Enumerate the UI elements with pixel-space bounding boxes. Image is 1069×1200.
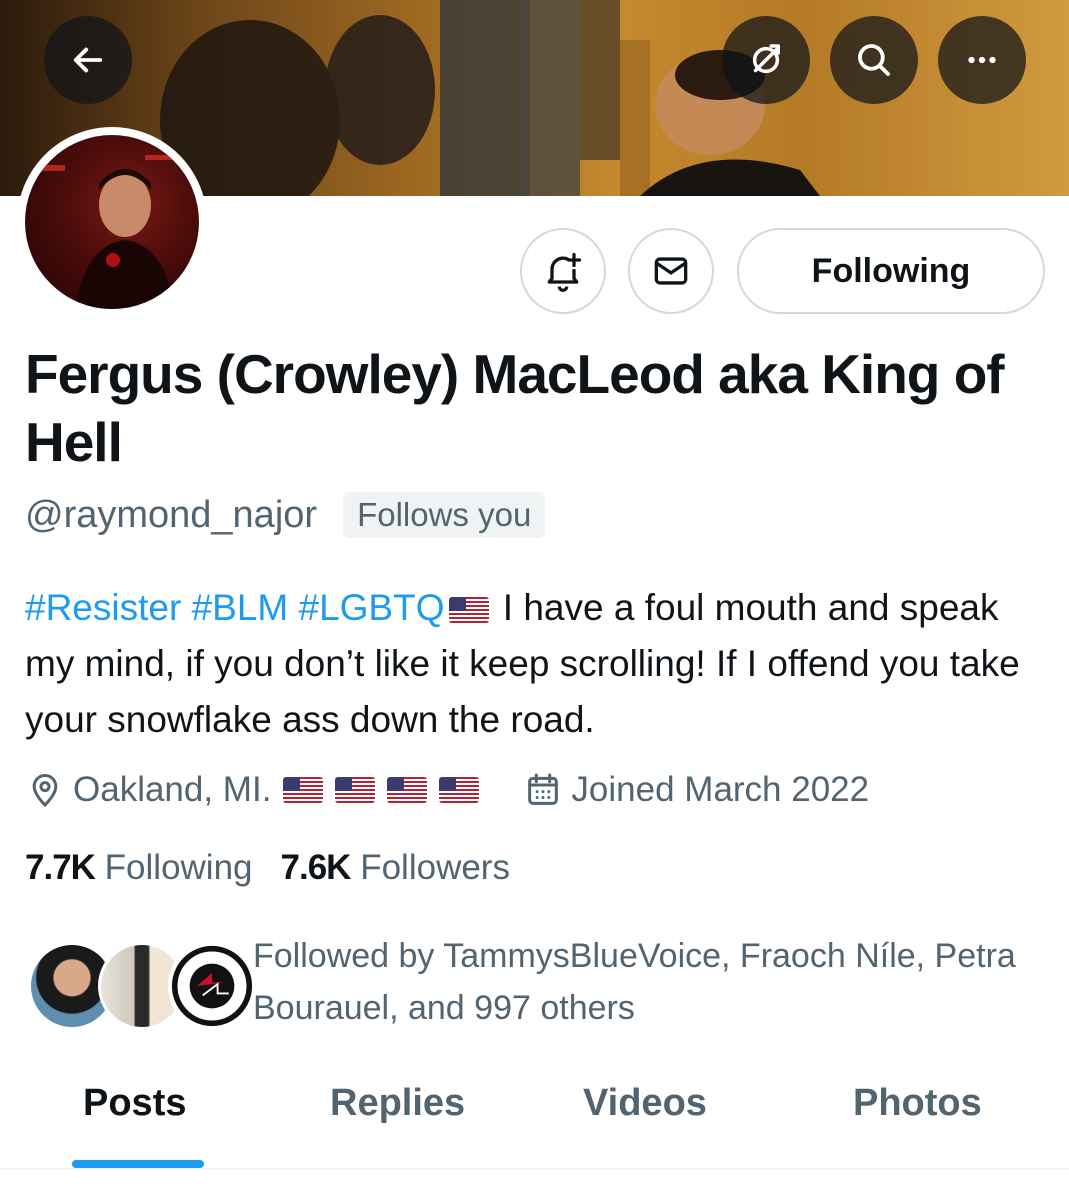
followed-by-text[interactable]: Followed by TammysBlueVoice, Fraoch Níle… xyxy=(253,930,1053,1034)
follows-you-badge: Follows you xyxy=(343,492,546,538)
following-count-link[interactable]: 7.7K Following xyxy=(25,848,253,888)
profile-tabs: Posts Replies Videos Photos xyxy=(0,1070,1069,1170)
active-tab-indicator xyxy=(72,1160,204,1168)
hashtag-link[interactable]: #BLM xyxy=(192,587,289,628)
following-label: Following xyxy=(104,848,253,887)
avatar xyxy=(168,942,256,1030)
envelope-icon xyxy=(654,257,688,285)
following-button[interactable]: Following xyxy=(737,228,1045,314)
bell-plus-icon xyxy=(547,252,582,292)
profile-bio: #Resister #BLM #LGBTQ I have a foul mout… xyxy=(25,580,1050,748)
tab-videos[interactable]: Videos xyxy=(583,1082,707,1125)
us-flag-emoji xyxy=(335,777,376,803)
follow-counts: 7.7K Following 7.6K Followers xyxy=(25,848,510,888)
location-pin-icon xyxy=(32,774,58,808)
search-button[interactable] xyxy=(830,16,918,104)
location-flags xyxy=(283,777,480,803)
profile-meta: Oakland, MI. Joined March 2022 xyxy=(25,770,869,810)
joined-text: Joined March 2022 xyxy=(571,770,870,809)
location-text: Oakland, MI. xyxy=(73,770,272,809)
globe-off-icon xyxy=(752,44,780,74)
followed-by-avatars[interactable] xyxy=(28,942,256,1030)
joined-date: Joined March 2022 xyxy=(523,770,869,810)
hashtag-link[interactable]: #Resister xyxy=(25,587,181,628)
followers-label: Followers xyxy=(360,848,510,887)
more-icon xyxy=(968,56,996,64)
avatar-image xyxy=(25,135,199,309)
search-icon xyxy=(858,44,890,76)
more-button[interactable] xyxy=(938,16,1026,104)
profile-name: Fergus (Crowley) MacLeod aka King of Hel… xyxy=(25,343,1005,473)
following-count: 7.7K xyxy=(25,848,96,887)
tabs-divider xyxy=(0,1168,1069,1170)
calendar-icon xyxy=(528,773,559,805)
message-button[interactable] xyxy=(628,228,714,314)
followers-count-link[interactable]: 7.6K Followers xyxy=(281,848,510,888)
notifications-button[interactable] xyxy=(520,228,606,314)
profile-avatar[interactable] xyxy=(17,127,207,317)
tab-photos[interactable]: Photos xyxy=(853,1082,982,1125)
tab-replies[interactable]: Replies xyxy=(330,1082,465,1125)
profile-handle: @raymond_najor xyxy=(25,493,318,536)
us-flag-emoji xyxy=(448,597,489,623)
arrow-left-icon xyxy=(73,47,103,73)
followers-count: 7.6K xyxy=(280,848,352,887)
hashtag-link[interactable]: #LGBTQ xyxy=(299,587,445,628)
us-flag-emoji xyxy=(283,777,324,803)
us-flag-emoji xyxy=(387,777,428,803)
translate-button[interactable] xyxy=(722,16,810,104)
handle-row: @raymond_najor Follows you xyxy=(25,492,546,538)
back-button[interactable] xyxy=(44,16,132,104)
tab-posts[interactable]: Posts xyxy=(83,1082,186,1125)
us-flag-emoji xyxy=(439,777,480,803)
